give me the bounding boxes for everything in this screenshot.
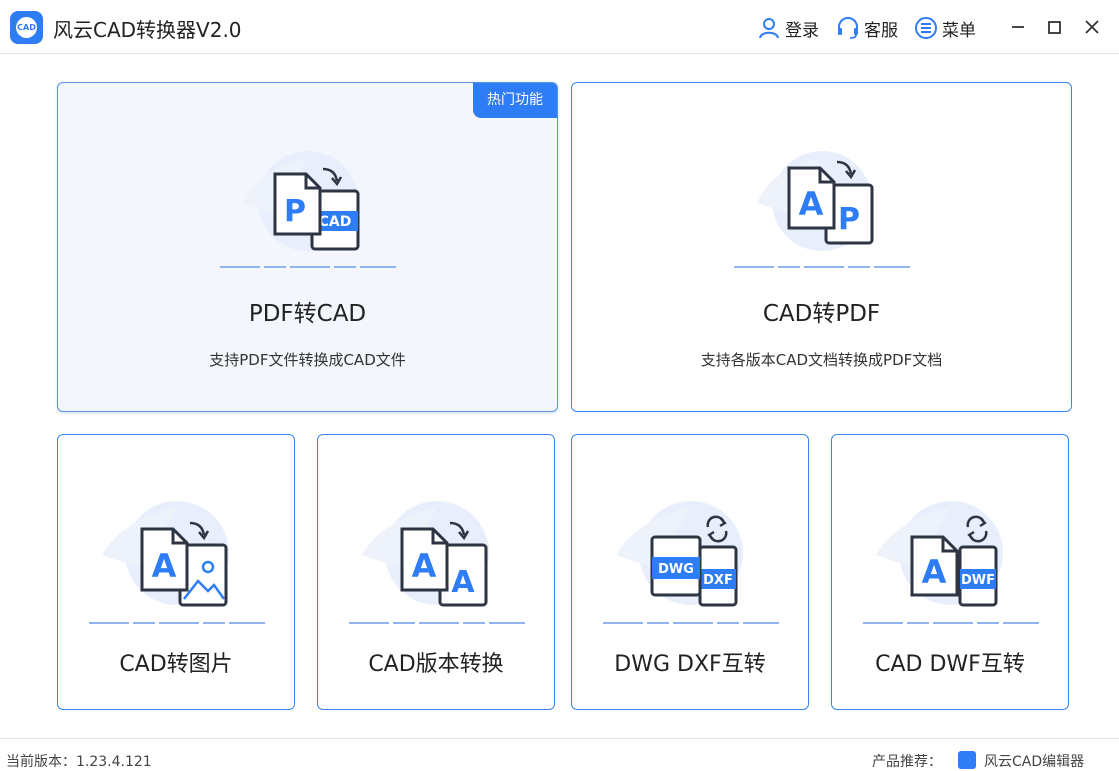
version-text: 当前版本：1.23.4.121 xyxy=(6,754,152,770)
card-description: 支持各版本CAD文档转换成PDF文档 xyxy=(700,351,943,369)
app-title: 风云CAD转换器V2.0 xyxy=(53,18,242,42)
menu-icon xyxy=(915,17,937,39)
dwg-dxf-card[interactable]: DXF DWG DWG DXF互转 xyxy=(571,434,809,710)
card-description: 支持PDF文件转换成CAD文件 xyxy=(209,351,406,369)
svg-text:A: A xyxy=(412,547,437,585)
svg-text:A: A xyxy=(152,547,177,585)
svg-text:P: P xyxy=(838,202,860,237)
menu-label: 菜单 xyxy=(942,20,976,41)
cad-editor-icon xyxy=(958,751,976,769)
recommend-label: 产品推荐： xyxy=(872,754,942,770)
svg-text:DXF: DXF xyxy=(703,573,733,588)
close-button[interactable] xyxy=(1079,14,1105,40)
customer-service-button[interactable]: 客服 xyxy=(836,15,898,41)
dwg-dxf-icon: DXF DWG xyxy=(596,495,786,627)
pdf-to-cad-card[interactable]: 热门功能 CAD P PDF转CAD 支持PDF文件转换成CAD文件 xyxy=(57,82,558,412)
service-label: 客服 xyxy=(864,20,898,41)
maximize-icon xyxy=(1048,21,1061,34)
app-logo-icon: CAD xyxy=(10,11,43,44)
login-button[interactable]: 登录 xyxy=(757,15,819,41)
card-title: CAD转图片 xyxy=(119,652,233,677)
cad-to-image-card[interactable]: A CAD转图片 xyxy=(57,434,295,710)
card-title: CAD转PDF xyxy=(762,301,881,327)
svg-text:A: A xyxy=(451,565,475,600)
maximize-button[interactable] xyxy=(1041,14,1067,40)
title-bar: CAD 风云CAD转换器V2.0 登录 客服 菜单 xyxy=(0,0,1119,54)
recommended-product-link[interactable]: 风云CAD编辑器 xyxy=(984,751,1084,771)
cad-to-image-icon: A xyxy=(82,495,272,627)
card-title: CAD版本转换 xyxy=(368,652,504,677)
card-title: CAD DWF互转 xyxy=(875,652,1025,677)
close-icon xyxy=(1085,20,1099,34)
cad-version-card[interactable]: A A CAD版本转换 xyxy=(317,434,555,710)
minimize-icon xyxy=(1012,26,1024,28)
status-bar: 当前版本：1.23.4.121 产品推荐： 风云CAD编辑器 xyxy=(0,738,1119,770)
cad-dwf-card[interactable]: DWF A CAD DWF互转 xyxy=(831,434,1069,710)
user-icon xyxy=(759,18,779,39)
svg-text:A: A xyxy=(922,553,947,591)
svg-text:DWG: DWG xyxy=(658,562,694,577)
svg-text:CAD: CAD xyxy=(319,214,352,230)
headset-icon xyxy=(838,17,858,39)
cad-to-pdf-card[interactable]: P A CAD转PDF 支持各版本CAD文档转换成PDF文档 xyxy=(571,82,1072,412)
svg-text:A: A xyxy=(799,185,824,223)
card-title: DWG DXF互转 xyxy=(614,652,766,677)
menu-button[interactable]: 菜单 xyxy=(914,15,976,41)
minimize-button[interactable] xyxy=(1005,14,1031,40)
pdf-to-cad-icon: CAD P xyxy=(213,143,403,273)
hot-feature-badge: 热门功能 xyxy=(473,83,557,118)
cad-dwf-icon: DWF A xyxy=(856,495,1046,627)
cad-to-pdf-icon: P A xyxy=(727,143,917,273)
login-label: 登录 xyxy=(785,20,819,41)
svg-text:DWF: DWF xyxy=(961,573,995,588)
svg-text:P: P xyxy=(284,194,306,229)
cad-version-icon: A A xyxy=(342,495,532,627)
card-title: PDF转CAD xyxy=(248,301,367,327)
